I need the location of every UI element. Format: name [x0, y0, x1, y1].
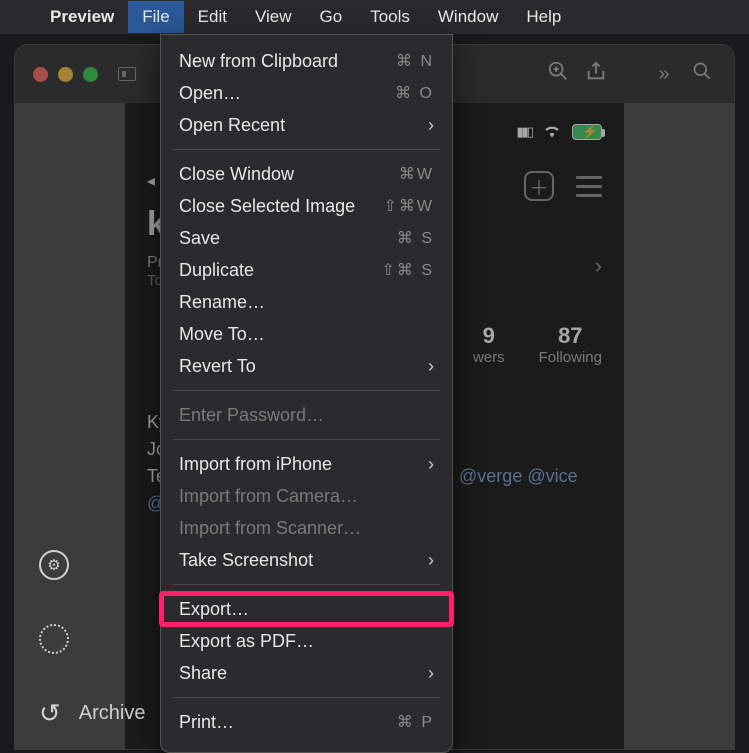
menu-item-label: Close Window: [179, 164, 294, 185]
menu-separator: [173, 697, 440, 698]
battery-charging-icon: ⚡: [572, 124, 602, 140]
followers-count: 9: [473, 323, 505, 349]
overflow-chevrons-icon[interactable]: »: [650, 63, 678, 86]
menu-shortcut: ⌘ N: [396, 51, 434, 71]
followers-label: wers: [473, 349, 505, 366]
menu-item-move-to[interactable]: Move To…: [161, 318, 452, 350]
menu-item-open-recent[interactable]: Open Recent ›: [161, 109, 452, 141]
menu-separator: [173, 149, 440, 150]
menubar-tools[interactable]: Tools: [356, 1, 424, 33]
add-post-icon[interactable]: ＋: [524, 171, 554, 201]
menu-item-close-window[interactable]: Close Window ⌘W: [161, 158, 452, 190]
menu-item-label: Export as PDF…: [179, 631, 314, 652]
menu-shortcut: ⌘ S: [397, 228, 434, 248]
menu-item-label: Export…: [179, 599, 249, 620]
menu-item-label: Import from iPhone: [179, 454, 332, 475]
sidebar-bottom-icons: ⚙ ↺ Archive: [39, 550, 146, 729]
menu-item-close-selected-image[interactable]: Close Selected Image ⇧⌘W: [161, 190, 452, 222]
following-label: Following: [539, 349, 602, 366]
traffic-lights: [33, 67, 98, 82]
menu-item-enter-password: Enter Password…: [161, 399, 452, 431]
menu-item-label: Revert To: [179, 356, 256, 377]
menu-item-export-as-pdf[interactable]: Export as PDF…: [161, 625, 452, 657]
menu-item-label: Import from Camera…: [179, 486, 358, 507]
menu-item-take-screenshot[interactable]: Take Screenshot ›: [161, 544, 452, 576]
minimize-window-button[interactable]: [58, 67, 73, 82]
archive-label[interactable]: Archive: [79, 702, 146, 725]
menu-separator: [173, 439, 440, 440]
menu-item-open[interactable]: Open… ⌘ O: [161, 77, 452, 109]
zoom-in-icon[interactable]: [544, 60, 572, 88]
submenu-chevron-icon: ›: [428, 550, 434, 571]
menu-item-label: Close Selected Image: [179, 196, 355, 217]
menu-item-label: Rename…: [179, 292, 265, 313]
menu-item-rename[interactable]: Rename…: [161, 286, 452, 318]
menu-item-share[interactable]: Share ›: [161, 657, 452, 689]
menu-item-label: Move To…: [179, 324, 265, 345]
menu-item-save[interactable]: Save ⌘ S: [161, 222, 452, 254]
menu-item-label: Open Recent: [179, 115, 285, 136]
menu-item-label: Enter Password…: [179, 405, 324, 426]
search-icon[interactable]: [688, 61, 716, 87]
menu-separator: [173, 584, 440, 585]
submenu-chevron-icon: ›: [428, 454, 434, 475]
close-window-button[interactable]: [33, 67, 48, 82]
fullscreen-window-button[interactable]: [83, 67, 98, 82]
menubar-app-name[interactable]: Preview: [36, 1, 128, 33]
menu-shortcut: ⌘ O: [395, 83, 434, 103]
menubar-edit[interactable]: Edit: [184, 1, 241, 33]
share-icon[interactable]: [582, 60, 610, 88]
file-menu-dropdown: New from Clipboard ⌘ N Open… ⌘ O Open Recent…: [160, 34, 453, 753]
menu-item-import-from-iphone[interactable]: Import from iPhone ›: [161, 448, 452, 480]
following-count: 87: [539, 323, 602, 349]
menu-item-label: Save: [179, 228, 220, 249]
menu-shortcut: ⌘W: [399, 164, 434, 184]
menu-item-label: New from Clipboard: [179, 51, 338, 72]
menu-item-export[interactable]: Export…: [161, 593, 452, 625]
archive-undo-icon[interactable]: ↺: [39, 698, 61, 729]
menubar-window[interactable]: Window: [424, 1, 512, 33]
wifi-icon: [542, 122, 562, 143]
menu-item-import-from-camera: Import from Camera…: [161, 480, 452, 512]
menu-item-print[interactable]: Print… ⌘ P: [161, 706, 452, 738]
menubar-view[interactable]: View: [241, 1, 306, 33]
menu-item-import-from-scanner: Import from Scanner…: [161, 512, 452, 544]
submenu-chevron-icon: ›: [428, 663, 434, 684]
menu-item-duplicate[interactable]: Duplicate ⇧⌘ S: [161, 254, 452, 286]
menu-item-label: Duplicate: [179, 260, 254, 281]
menu-item-label: Print…: [179, 712, 234, 733]
menubar-help[interactable]: Help: [512, 1, 575, 33]
submenu-chevron-icon: ›: [428, 115, 434, 136]
menu-shortcut: ⇧⌘W: [383, 196, 434, 216]
menu-shortcut: ⇧⌘ S: [381, 260, 434, 280]
menu-shortcut: ⌘ P: [397, 712, 434, 732]
chevron-right-icon[interactable]: ›: [595, 253, 602, 279]
menu-item-new-from-clipboard[interactable]: New from Clipboard ⌘ N: [161, 45, 452, 77]
menu-item-label: Take Screenshot: [179, 550, 313, 571]
settings-gear-icon[interactable]: ⚙: [39, 550, 69, 580]
macos-menubar: Preview File Edit View Go Tools Window H…: [0, 0, 749, 34]
menubar-file[interactable]: File: [128, 1, 183, 33]
submenu-chevron-icon: ›: [428, 356, 434, 377]
history-clock-icon[interactable]: [39, 624, 69, 654]
sidebar-toggle-icon[interactable]: [118, 67, 136, 81]
bio-mentions[interactable]: ds @verge @vice: [435, 466, 578, 486]
cellular-signal-icon: [517, 123, 532, 141]
right-gutter: [624, 103, 734, 749]
menubar-go[interactable]: Go: [306, 1, 357, 33]
profile-stats: 9wers 87Following: [473, 323, 602, 366]
menu-item-label: Import from Scanner…: [179, 518, 361, 539]
menu-item-label: Share: [179, 663, 227, 684]
menu-item-revert-to[interactable]: Revert To ›: [161, 350, 452, 382]
menu-item-label: Open…: [179, 83, 241, 104]
menu-separator: [173, 390, 440, 391]
hamburger-menu-icon[interactable]: [576, 176, 602, 197]
